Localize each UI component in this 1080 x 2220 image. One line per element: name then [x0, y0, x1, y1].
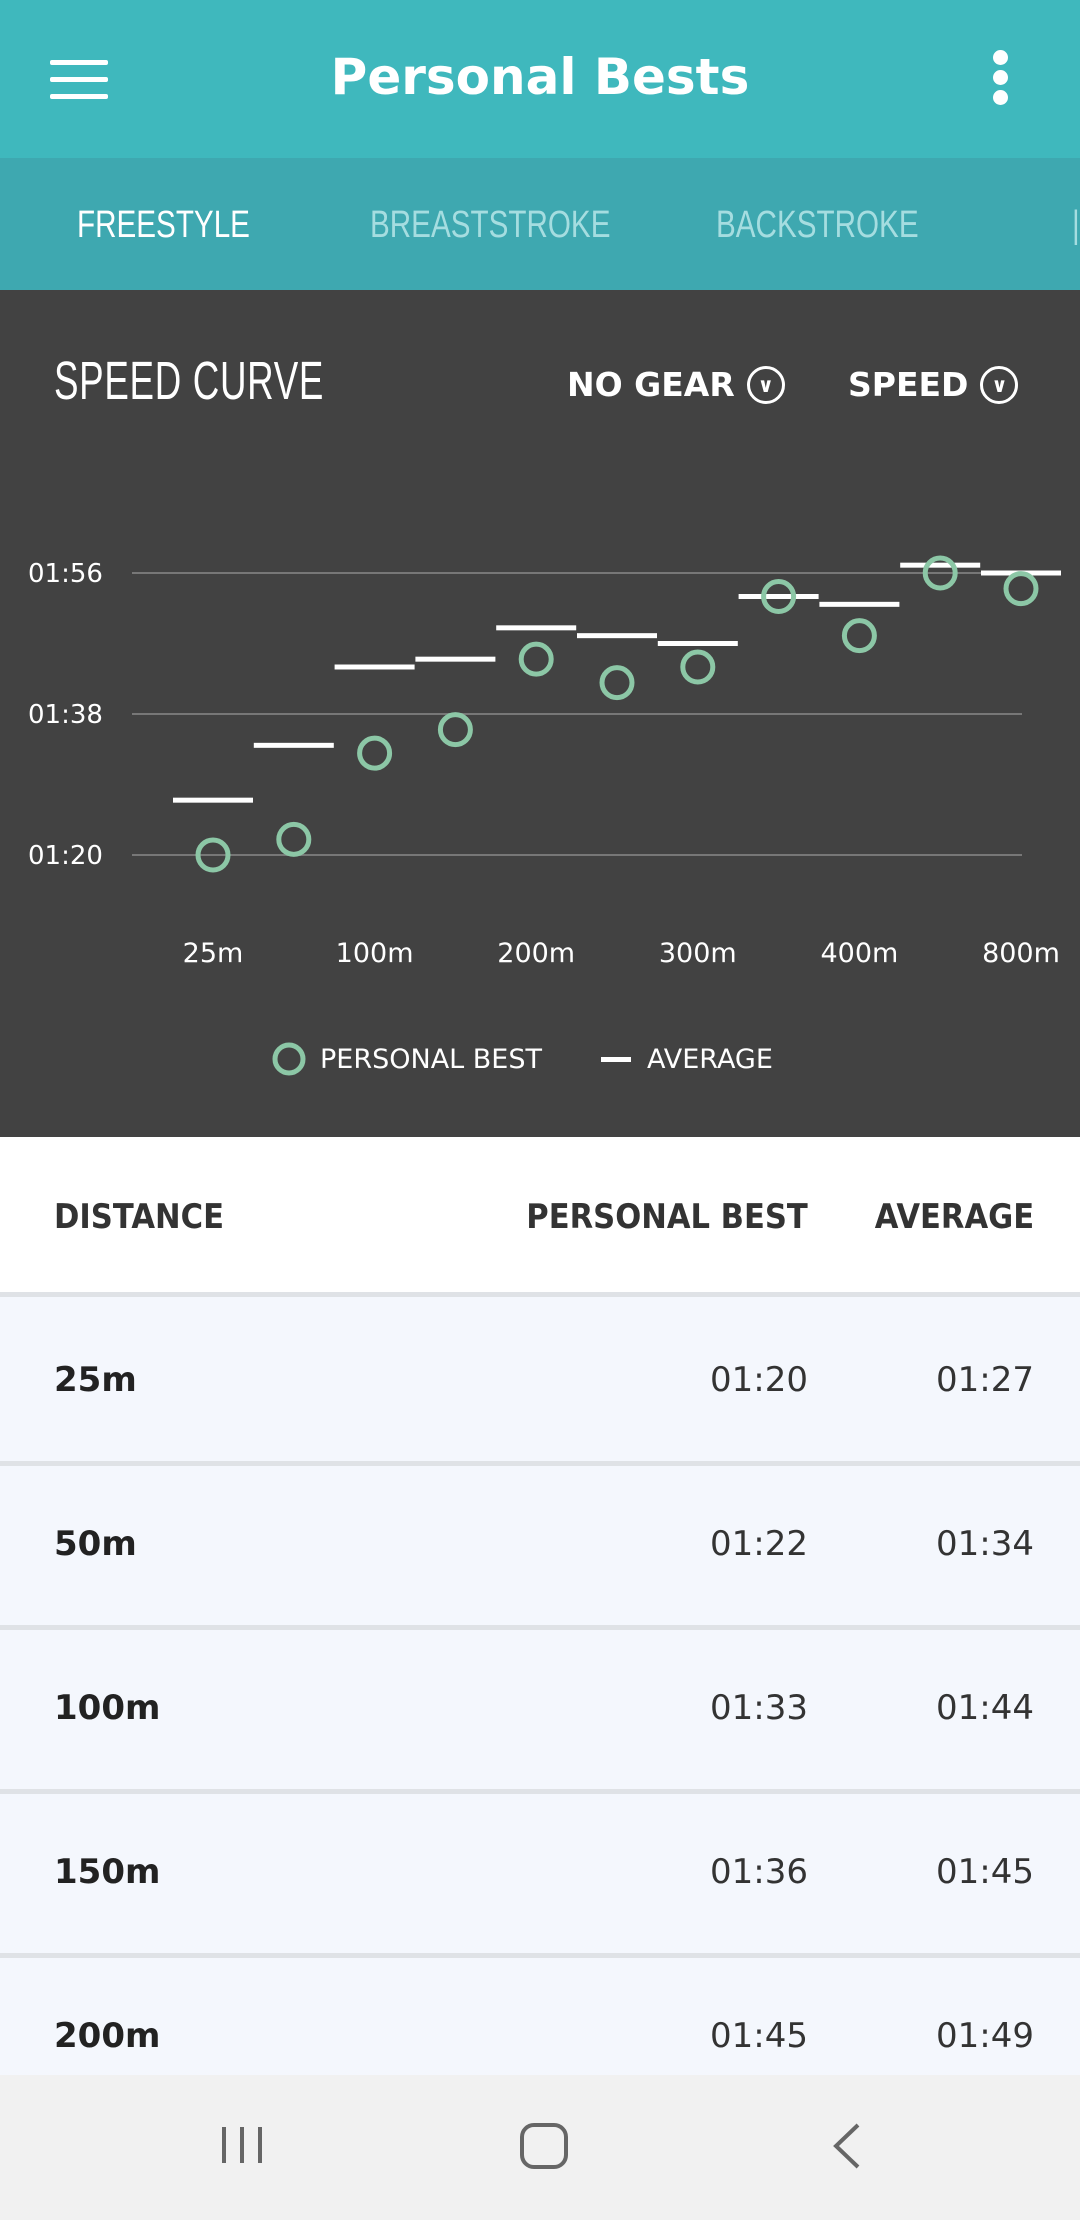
row-personal-best: 01:20 [710, 1360, 808, 1400]
personal-best-point [680, 649, 716, 685]
row-distance: 200m [54, 2016, 161, 2056]
average-mark [738, 594, 819, 599]
average-mark [415, 656, 496, 662]
speed-curve-chart: SPEED CURVE NO GEAR ∨ SPEED ∨ 01:20 01:38… [0, 290, 1080, 1137]
x-tick-label: 25m [183, 938, 244, 969]
recent-apps-icon[interactable] [222, 2127, 262, 2163]
legend-average-marker [601, 1057, 631, 1062]
legend-average-label: AVERAGE [647, 1044, 773, 1075]
legend-personal-best-label: PERSONAL BEST [320, 1044, 543, 1075]
x-tick-label: 300m [659, 938, 737, 969]
personal-best-point [518, 641, 554, 677]
personal-best-point [357, 735, 393, 771]
row-personal-best: 01:45 [710, 2016, 808, 2056]
x-tick-label: 400m [820, 938, 898, 969]
x-tick-label: 100m [336, 938, 414, 969]
table-row[interactable]: 100m 01:33 01:44 [0, 1630, 1080, 1794]
more-vert-icon[interactable] [988, 50, 1012, 108]
row-average: 01:34 [936, 1524, 1034, 1564]
x-tick-label: 800m [982, 938, 1060, 969]
tab-freestyle[interactable]: FREESTYLE [77, 204, 250, 247]
row-average: 01:45 [936, 1852, 1034, 1892]
row-distance: 25m [54, 1360, 137, 1400]
table-row[interactable]: 25m 01:20 01:27 [0, 1302, 1080, 1466]
average-mark [173, 797, 253, 803]
average-mark [253, 742, 334, 748]
personal-best-point [841, 618, 877, 654]
personal-best-point [276, 821, 312, 857]
table-row[interactable]: 150m 01:36 01:45 [0, 1794, 1080, 1958]
row-average: 01:27 [936, 1360, 1034, 1400]
y-tick-label: 01:38 [28, 700, 103, 730]
average-mark [657, 641, 738, 646]
row-average: 01:49 [936, 2016, 1034, 2056]
personal-best-point [437, 712, 473, 748]
row-personal-best: 01:33 [710, 1688, 808, 1728]
average-mark [577, 633, 657, 639]
tab-next-partial[interactable]: | [1072, 204, 1080, 247]
tab-breaststroke[interactable]: BREASTSTROKE [370, 204, 610, 247]
table-row[interactable]: 50m 01:22 01:34 [0, 1466, 1080, 1630]
system-nav-bar [0, 2075, 1080, 2220]
personal-best-point [1003, 571, 1039, 607]
row-distance: 150m [54, 1852, 161, 1892]
row-distance: 50m [54, 1524, 137, 1564]
x-tick-label: 200m [497, 938, 575, 969]
personal-best-point [599, 665, 635, 701]
average-mark [334, 664, 415, 670]
plot-area: 01:20 01:38 01:56 25m 100m 200m 300m 400m 800m PE… [28, 555, 1061, 1076]
row-average: 01:44 [936, 1688, 1034, 1728]
y-tick-label: 01:20 [28, 841, 103, 871]
back-icon[interactable] [833, 2123, 860, 2169]
app-bar: Personal Bests [0, 0, 1080, 158]
legend-personal-best-marker [272, 1042, 306, 1076]
average-mark [496, 625, 577, 631]
col-average: AVERAGE [874, 1197, 1034, 1237]
col-distance: DISTANCE [54, 1197, 224, 1237]
home-icon[interactable] [520, 2123, 568, 2169]
page-title: Personal Bests [330, 48, 750, 106]
row-personal-best: 01:36 [710, 1852, 808, 1892]
row-distance: 100m [54, 1688, 161, 1728]
table-header: DISTANCE PERSONAL BEST AVERAGE [0, 1137, 1080, 1297]
average-mark [819, 601, 900, 607]
col-personal-best: PERSONAL BEST [526, 1197, 808, 1237]
average-mark [900, 562, 981, 568]
y-tick-label: 01:56 [28, 559, 103, 589]
row-personal-best: 01:22 [710, 1524, 808, 1564]
tab-backstroke[interactable]: BACKSTROKE [716, 204, 919, 247]
stroke-tabs: FREESTYLE BREASTSTROKE BACKSTROKE | [0, 158, 1080, 290]
